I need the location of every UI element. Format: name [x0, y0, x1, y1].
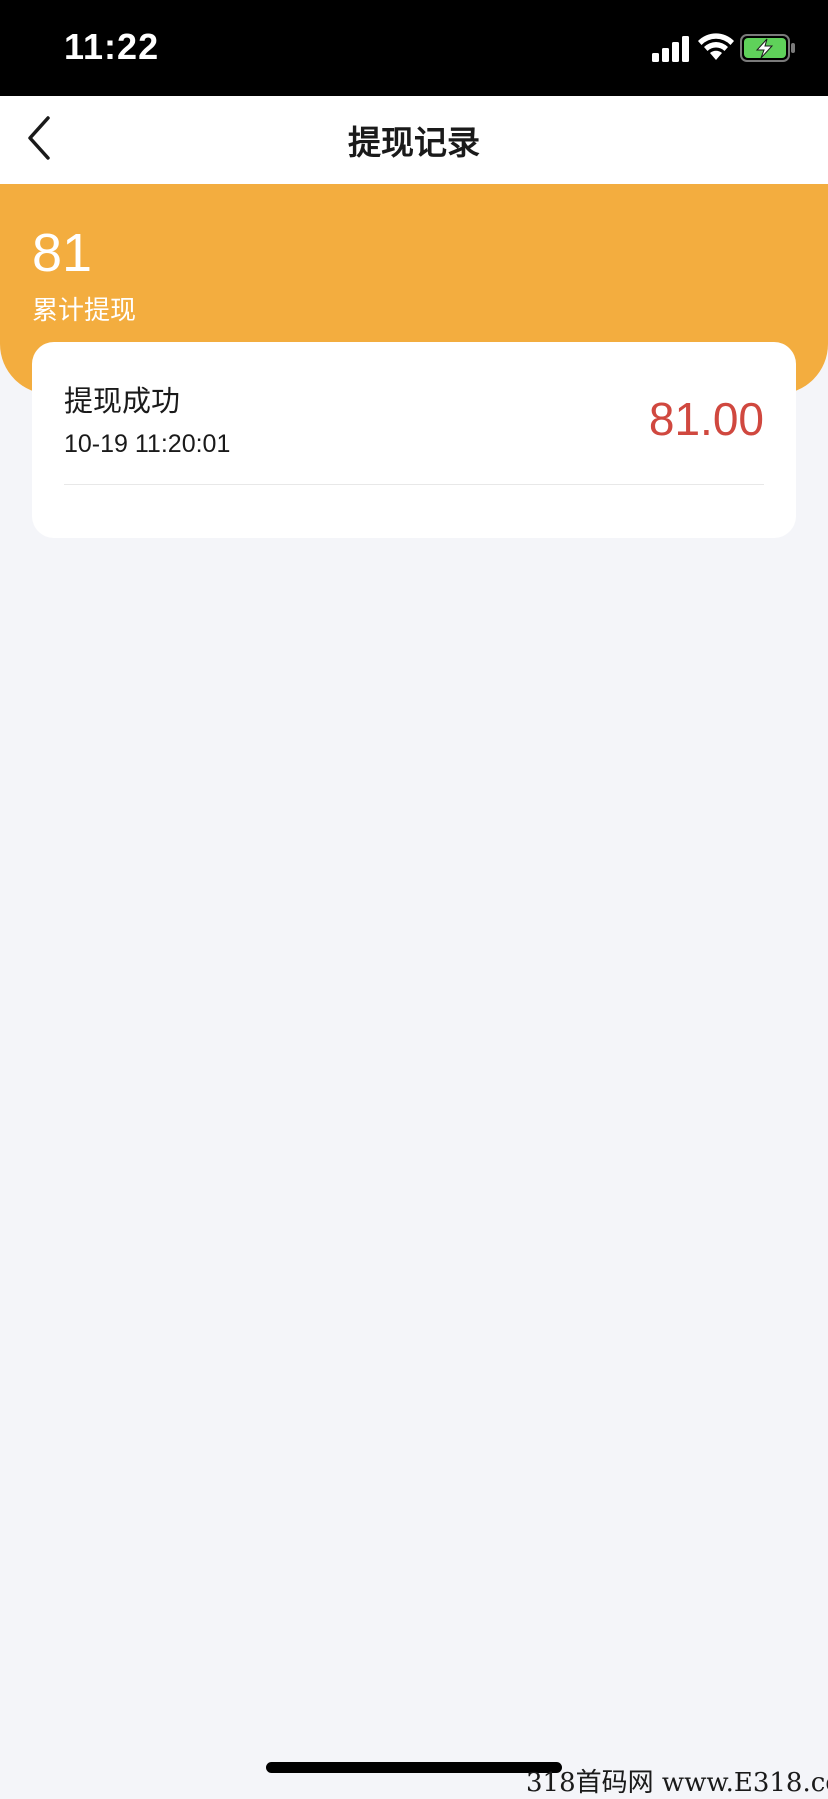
withdrawal-record-card: 提现成功 10-19 11:20:01 81.00 — [32, 342, 796, 538]
watermark: 318首码网 www.E318.com — [526, 1768, 828, 1798]
status-bar: 11:22 — [0, 0, 828, 96]
record-time: 10-19 11:20:01 — [64, 430, 231, 458]
status-time: 11:22 — [64, 26, 160, 67]
page-title: 提现记录 — [348, 124, 480, 161]
total-withdrawn-label: 累计提现 — [32, 295, 137, 325]
record-status: 提现成功 — [64, 386, 181, 418]
record-amount: 81.00 — [648, 393, 764, 445]
home-indicator[interactable] — [266, 1762, 562, 1773]
cellular-signal-icon — [652, 36, 689, 62]
divider — [64, 484, 764, 485]
total-withdrawn-amount: 81 — [32, 223, 93, 283]
battery-charging-icon — [740, 34, 795, 62]
wifi-icon — [698, 33, 734, 60]
nav-bar: 提现记录 — [0, 96, 828, 184]
